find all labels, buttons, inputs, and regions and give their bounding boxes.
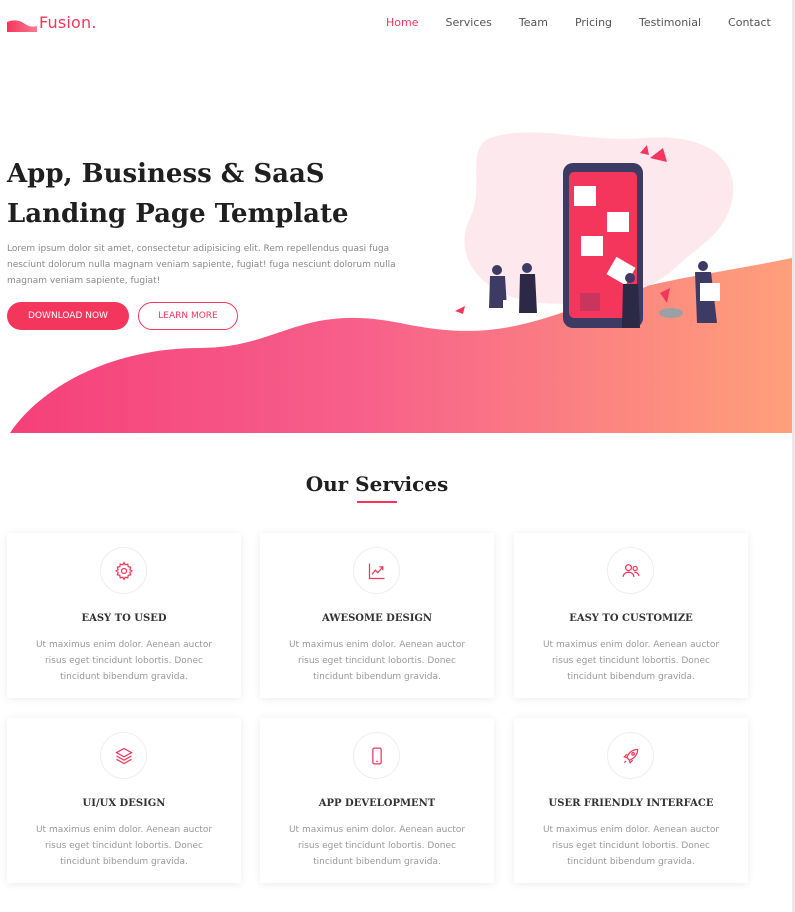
service-icon-circle — [100, 732, 147, 779]
rocket-icon — [622, 748, 638, 764]
service-title: UI/UX DESIGN — [82, 798, 166, 809]
navbar: Fusion. Home Services Team Pricing Testi… — [0, 0, 792, 48]
main-menu: Home Services Team Pricing Testimonial C… — [386, 16, 795, 29]
hero-description: Lorem ipsum dolor sit amet, consectetur … — [7, 244, 396, 286]
service-card-ui-ux-design[interactable]: UI/UX DESIGN Ut maximus enim dolor. Aene… — [7, 718, 241, 883]
service-card-easy-to-customize[interactable]: EASY TO CUSTOMIZE Ut maximus enim dolor.… — [514, 533, 748, 698]
chart-icon — [368, 563, 384, 579]
hero-title-line-1: App, Business & SaaS — [7, 159, 325, 189]
service-text: Ut maximus enim dolor. Aenean auctor ris… — [288, 640, 466, 682]
service-card-app-development[interactable]: APP DEVELOPMENT Ut maximus enim dolor. A… — [260, 718, 494, 883]
hero-illustration — [455, 132, 734, 328]
service-text: Ut maximus enim dolor. Aenean auctor ris… — [35, 640, 213, 682]
service-icon-circle — [353, 732, 400, 779]
service-title: AWESOME DESIGN — [321, 613, 433, 624]
services-title: Our Services — [305, 472, 449, 496]
nav-contact[interactable]: Contact — [728, 16, 771, 29]
service-card-user-friendly-interface[interactable]: USER FRIENDLY INTERFACE Ut maximus enim … — [514, 718, 748, 883]
service-icon-circle — [353, 547, 400, 594]
service-text: Ut maximus enim dolor. Aenean auctor ris… — [288, 825, 466, 867]
nav-pricing[interactable]: Pricing — [575, 16, 612, 29]
nav-services[interactable]: Services — [445, 16, 491, 29]
service-icon-circle — [607, 547, 654, 594]
services-title-underline — [357, 501, 397, 503]
learn-more-button[interactable]: LEARN MORE — [138, 302, 238, 330]
nav-testimonial[interactable]: Testimonial — [639, 16, 701, 29]
logo-mark-icon — [7, 20, 37, 32]
service-card-easy-to-used[interactable]: EASY TO USED Ut maximus enim dolor. Aene… — [7, 533, 241, 698]
brand-logo[interactable]: Fusion. — [7, 12, 97, 32]
service-card-awesome-design[interactable]: AWESOME DESIGN Ut maximus enim dolor. Ae… — [260, 533, 494, 698]
nav-team[interactable]: Team — [519, 16, 548, 29]
gear-icon — [114, 560, 133, 581]
mobile-icon — [371, 746, 382, 765]
hero-title: App, Business & SaaS Landing Page Templa… — [7, 154, 427, 234]
service-text: Ut maximus enim dolor. Aenean auctor ris… — [542, 825, 720, 867]
nav-home[interactable]: Home — [386, 16, 418, 29]
service-text: Ut maximus enim dolor. Aenean auctor ris… — [35, 825, 213, 867]
service-title: USER FRIENDLY INTERFACE — [548, 798, 714, 809]
service-icon-circle — [100, 547, 147, 594]
layers-icon — [114, 747, 133, 764]
service-title: EASY TO USED — [81, 613, 167, 624]
brand-name: Fusion. — [39, 12, 97, 32]
service-text: Ut maximus enim dolor. Aenean auctor ris… — [542, 640, 720, 682]
users-icon — [621, 563, 640, 577]
service-title: APP DEVELOPMENT — [318, 798, 436, 809]
hero-title-line-2: Landing Page Template — [7, 199, 349, 229]
service-title: EASY TO CUSTOMIZE — [569, 613, 693, 624]
download-now-button[interactable]: DOWNLOAD NOW — [7, 302, 129, 330]
service-icon-circle — [607, 732, 654, 779]
hero-section: App, Business & SaaS Landing Page Templa… — [0, 48, 792, 433]
